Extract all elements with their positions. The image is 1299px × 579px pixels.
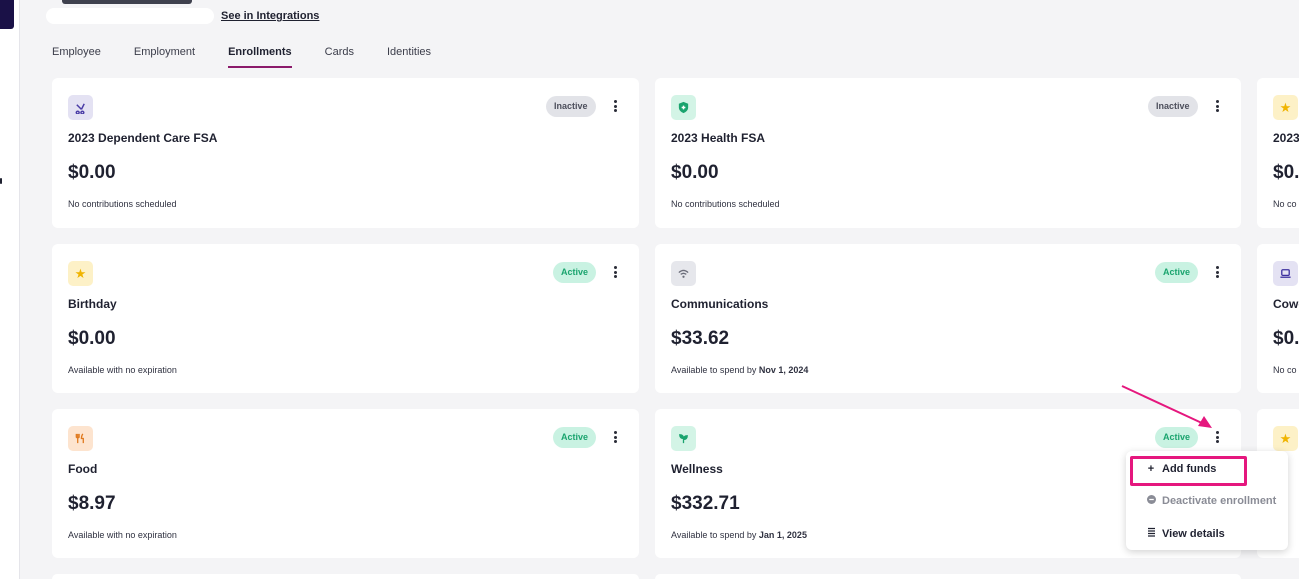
card-amount: $0. (1273, 328, 1299, 349)
status-badge: Active (553, 427, 597, 448)
see-in-integrations-link[interactable]: See in Integrations (221, 10, 319, 22)
more-options-icon[interactable] (610, 429, 620, 445)
enrollment-card-health-fsa[interactable]: Inactive 2023 Health FSA $0.00 No contri… (655, 78, 1241, 228)
status-badge: Active (1155, 262, 1199, 283)
card-note: No co (1273, 365, 1297, 375)
annotation-highlight-box (1130, 456, 1247, 486)
deactivate-enrollment-menu-item[interactable]: Deactivate enrollment (1146, 495, 1276, 507)
more-options-icon[interactable] (610, 264, 620, 280)
star-icon: ★ (1273, 95, 1298, 120)
expiry-date: Jan 1, 2025 (758, 530, 807, 540)
expiry-date: Nov 1, 2024 (758, 365, 809, 375)
card-title: 2023 Health FSA (671, 131, 766, 145)
tab-identities[interactable]: Identities (387, 38, 431, 68)
status-badge: Inactive (546, 96, 596, 117)
enrollment-card-communications[interactable]: Active Communications $33.62 Available t… (655, 244, 1241, 393)
card-note: Available with no expiration (68, 365, 177, 375)
card-title: Wellness (671, 462, 723, 476)
tab-bar: Employee Employment Enrollments Cards Id… (52, 38, 464, 68)
minus-circle-icon (1146, 495, 1156, 507)
more-options-icon[interactable] (610, 98, 620, 114)
wifi-icon (671, 261, 696, 286)
note-prefix: Available to spend by (671, 365, 759, 375)
card-title: 2023 Dependent Care FSA (68, 131, 218, 145)
rail-active-indicator[interactable] (0, 0, 14, 29)
card-note: Available to spend by Jan 1, 2025 (671, 530, 807, 540)
status-badge: Active (553, 262, 597, 283)
tab-employee[interactable]: Employee (52, 38, 101, 68)
card-note: Available to spend by Nov 1, 2024 (671, 365, 808, 375)
card-title: Cowo (1273, 297, 1299, 311)
card-title: 2023 (1273, 131, 1299, 145)
card-note: No co (1273, 199, 1297, 209)
health-shield-icon (671, 95, 696, 120)
card-amount: $332.71 (671, 493, 740, 514)
stroller-icon (68, 95, 93, 120)
laptop-icon (1273, 261, 1298, 286)
tab-employment[interactable]: Employment (134, 38, 195, 68)
card-amount: $0.00 (671, 162, 719, 183)
page-title-cropped (62, 0, 192, 4)
more-options-icon[interactable] (1212, 264, 1222, 280)
fork-knife-icon (68, 426, 93, 451)
status-badge: Inactive (1148, 96, 1198, 117)
card-note: No contributions scheduled (68, 199, 177, 209)
more-options-icon[interactable] (1212, 98, 1222, 114)
card-note: No contributions scheduled (671, 199, 780, 209)
card-amount: $0.00 (68, 328, 116, 349)
tab-enrollments[interactable]: Enrollments (228, 38, 292, 68)
star-icon: ★ (1273, 426, 1298, 451)
view-details-menu-item[interactable]: View details (1146, 527, 1225, 540)
card-title: Birthday (68, 297, 117, 311)
card-amount: $0. (1273, 162, 1299, 183)
employee-name-pill (46, 8, 214, 24)
card-title: Communications (671, 297, 769, 311)
menu-item-label: View details (1162, 527, 1225, 540)
annotation-arrow-icon (1121, 385, 1212, 428)
enrollment-card-cropped (655, 574, 1241, 579)
card-title: Food (68, 462, 98, 476)
enrollment-card-partial[interactable]: ★ 2023 $0. No co (1257, 78, 1299, 228)
tab-cards[interactable]: Cards (325, 38, 354, 68)
enrollment-card-dependent-care[interactable]: Inactive 2023 Dependent Care FSA $0.00 N… (52, 78, 639, 228)
rail-marker (0, 178, 2, 184)
card-note: Available with no expiration (68, 530, 177, 540)
enrollment-card-birthday[interactable]: ★ Active Birthday $0.00 Available with n… (52, 244, 639, 393)
enrollment-card-food[interactable]: Active Food $8.97 Available with no expi… (52, 409, 639, 558)
star-icon: ★ (68, 261, 93, 286)
note-prefix: Available to spend by (671, 530, 759, 540)
enrollment-card-cropped (52, 574, 639, 579)
enrollment-card-partial[interactable]: Cowo $0. No co (1257, 244, 1299, 393)
leaf-icon (671, 426, 696, 451)
menu-item-label: Deactivate enrollment (1162, 495, 1277, 507)
card-amount: $33.62 (671, 328, 730, 349)
card-amount: $0.00 (68, 162, 116, 183)
card-amount: $8.97 (68, 493, 116, 514)
left-rail (0, 0, 20, 579)
list-icon (1146, 527, 1156, 540)
